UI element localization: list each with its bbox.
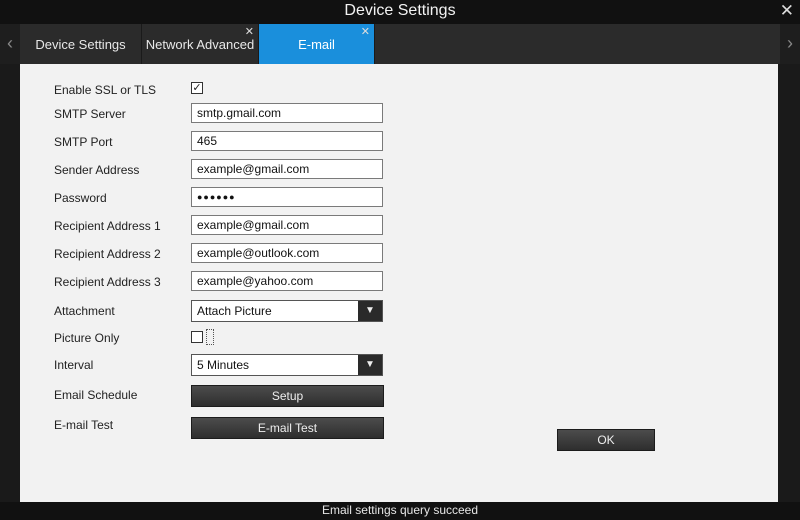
- focus-indicator: [206, 329, 214, 345]
- tab-email[interactable]: E-mail ✕: [259, 24, 375, 64]
- smtp-server-input[interactable]: smtp.gmail.com: [191, 103, 383, 123]
- status-bar: Email settings query succeed: [0, 502, 800, 520]
- email-test-label: E-mail Test: [54, 418, 114, 432]
- smtp-port-input[interactable]: 465: [191, 131, 383, 151]
- smtp-port-label: SMTP Port: [54, 135, 113, 149]
- picture-only-checkbox[interactable]: [191, 331, 203, 343]
- picture-only-label: Picture Only: [54, 331, 120, 345]
- recipient3-input[interactable]: example@yahoo.com: [191, 271, 383, 291]
- tab-close-icon[interactable]: ✕: [361, 25, 370, 38]
- password-label: Password: [54, 191, 107, 205]
- recipient3-label: Recipient Address 3: [54, 275, 161, 289]
- ok-button[interactable]: OK: [557, 429, 655, 451]
- recipient1-input[interactable]: example@gmail.com: [191, 215, 383, 235]
- tab-label: E-mail: [298, 37, 335, 52]
- ssl-checkbox[interactable]: ✓: [191, 82, 203, 94]
- sender-address-label: Sender Address: [54, 163, 140, 177]
- interval-select[interactable]: 5 Minutes ▼: [191, 354, 383, 376]
- email-test-button[interactable]: E-mail Test: [191, 417, 384, 439]
- email-settings-panel: Enable SSL or TLS ✓ SMTP Server smtp.gma…: [20, 64, 778, 502]
- email-schedule-label: Email Schedule: [54, 388, 138, 402]
- recipient1-label: Recipient Address 1: [54, 219, 161, 233]
- close-icon[interactable]: ✕: [780, 1, 794, 21]
- schedule-setup-button[interactable]: Setup: [191, 385, 384, 407]
- attachment-select[interactable]: Attach Picture ▼: [191, 300, 383, 322]
- attachment-value: Attach Picture: [197, 304, 272, 318]
- interval-label: Interval: [54, 358, 94, 372]
- attachment-label: Attachment: [54, 304, 115, 318]
- dropdown-arrow-icon: ▼: [358, 355, 382, 375]
- recipient2-label: Recipient Address 2: [54, 247, 161, 261]
- tab-label: Network Advanced: [145, 37, 255, 52]
- window-title: Device Settings: [344, 2, 456, 19]
- title-bar: Device Settings ✕: [0, 0, 800, 24]
- tab-scroll-right-icon[interactable]: ›: [780, 24, 800, 64]
- tab-device-settings[interactable]: Device Settings: [20, 24, 142, 64]
- tab-label: Device Settings: [35, 37, 126, 52]
- ssl-label: Enable SSL or TLS: [54, 83, 157, 97]
- tab-network-advanced[interactable]: Network Advanced ✕: [142, 24, 259, 64]
- smtp-server-label: SMTP Server: [54, 107, 126, 121]
- dropdown-arrow-icon: ▼: [358, 301, 382, 321]
- tab-close-icon[interactable]: ✕: [245, 25, 254, 38]
- password-input[interactable]: ●●●●●●: [191, 187, 383, 207]
- recipient2-input[interactable]: example@outlook.com: [191, 243, 383, 263]
- tab-bar: ‹ Device Settings Network Advanced ✕ E-m…: [0, 24, 800, 64]
- sender-address-input[interactable]: example@gmail.com: [191, 159, 383, 179]
- tab-scroll-left-icon[interactable]: ‹: [0, 24, 20, 64]
- interval-value: 5 Minutes: [197, 358, 250, 372]
